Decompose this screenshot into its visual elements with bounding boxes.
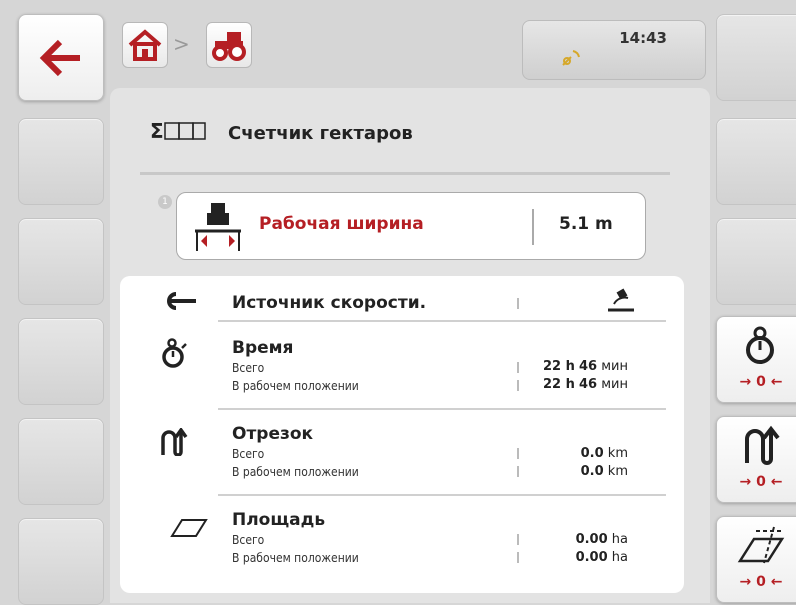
area-working-value: 0.00 ha <box>576 550 628 565</box>
reset-time-button[interactable]: → 0 ← <box>716 316 796 403</box>
speed-source-label: Источник скорости. <box>232 293 427 313</box>
stopwatch-icon <box>160 338 188 372</box>
time-counter-row: Время Всего В рабочем положении 22 h 46 … <box>120 326 684 410</box>
area-working-number: 0.00 <box>575 550 608 565</box>
distance-unit: km <box>607 446 628 461</box>
clock: 14:43 <box>619 29 667 47</box>
distance-working-number: 0.0 <box>580 464 604 479</box>
reset-label: → 0 ← <box>739 474 783 490</box>
sum-counter-icon: Σ <box>150 119 208 146</box>
radar-sensor-icon <box>606 286 636 318</box>
distance-total-label: Всего <box>232 447 265 461</box>
area-working-label: В рабочем положении <box>232 551 359 565</box>
row-divider <box>218 494 666 496</box>
time-working-hours: 22 h <box>542 377 575 392</box>
time-title: Время <box>232 338 294 358</box>
counters-panel: Источник скорости. Время Всего В рабочем… <box>120 276 684 593</box>
row-divider <box>218 320 666 322</box>
area-unit: ha <box>611 532 628 547</box>
tractor-icon <box>207 23 251 67</box>
speed-source-row: Источник скорости. <box>120 276 684 326</box>
area-total-number: 0.00 <box>575 532 608 547</box>
status-panel: 14:43 <box>522 20 706 80</box>
time-total-hours: 22 h <box>542 359 575 374</box>
area-icon <box>170 518 208 542</box>
time-working-minutes: 46 <box>579 377 598 392</box>
value-separator <box>517 552 519 563</box>
distance-title: Отрезок <box>232 424 314 444</box>
speed-sensor-icon <box>160 292 198 314</box>
distance-working-label: В рабочем положении <box>232 465 359 479</box>
softkey-right-1[interactable] <box>716 14 796 101</box>
value-separator <box>517 362 519 373</box>
working-width-label: Рабочая ширина <box>259 214 424 234</box>
home-icon <box>123 23 167 67</box>
area-counter-row: Площадь Всего В рабочем положении 0.00 h… <box>120 500 684 590</box>
working-width-icon <box>193 201 243 257</box>
area-reset-icon <box>717 517 796 572</box>
distance-unit: km <box>607 464 628 479</box>
home-button[interactable] <box>122 22 168 68</box>
area-unit: ha <box>611 550 628 565</box>
time-working-value: 22 h 46 мин <box>543 377 628 392</box>
area-total-label: Всего <box>232 533 265 547</box>
minutes-unit: мин <box>601 377 628 392</box>
distance-working-value: 0.0 km <box>581 464 628 479</box>
time-working-label: В рабочем положении <box>232 379 359 393</box>
distance-turn-icon <box>717 417 796 472</box>
breadcrumb-separator: > <box>173 32 190 56</box>
softkey-left-2[interactable] <box>18 118 104 205</box>
top-bar: > 14:43 <box>110 12 710 80</box>
back-button[interactable] <box>18 14 104 101</box>
working-width-field[interactable]: Рабочая ширина 5.1 m <box>176 192 646 260</box>
distance-counter-row: Отрезок Всего В рабочем положении 0.0 km… <box>120 414 684 498</box>
softkey-right-3[interactable] <box>716 218 796 305</box>
page-title: Счетчик гектаров <box>228 122 413 144</box>
area-total-value: 0.00 ha <box>576 532 628 547</box>
area-title: Площадь <box>232 510 326 530</box>
working-width-value: 5.1 m <box>559 214 613 234</box>
screen-title: Σ Счетчик гектаров <box>150 119 413 146</box>
reset-area-button[interactable]: → 0 ← <box>716 516 796 603</box>
softkey-left-5[interactable] <box>18 418 104 505</box>
svg-text:Σ: Σ <box>150 120 164 142</box>
field-separator <box>532 209 534 245</box>
minutes-unit: мин <box>601 359 628 374</box>
back-arrow-icon <box>19 15 103 100</box>
gps-signal-icon <box>561 49 583 71</box>
stopwatch-icon <box>717 317 796 372</box>
time-total-minutes: 46 <box>579 359 598 374</box>
distance-total-value: 0.0 km <box>581 446 628 461</box>
reset-label: → 0 ← <box>739 574 783 590</box>
softkey-left-3[interactable] <box>18 218 104 305</box>
reset-label: → 0 ← <box>739 374 783 390</box>
tractor-button[interactable] <box>206 22 252 68</box>
reset-distance-button[interactable]: → 0 ← <box>716 416 796 503</box>
softkey-left-6[interactable] <box>18 518 104 605</box>
title-divider <box>140 172 670 175</box>
value-separator <box>517 380 519 391</box>
index-badge: 1 <box>158 195 172 209</box>
row-divider <box>218 408 666 410</box>
softkey-left-4[interactable] <box>18 318 104 405</box>
main-area: Σ Счетчик гектаров 1 Рабочая ширина 5.1 … <box>110 88 710 603</box>
time-total-label: Всего <box>232 361 265 375</box>
softkey-right-2[interactable] <box>716 118 796 205</box>
time-total-value: 22 h 46 мин <box>543 359 628 374</box>
distance-turn-icon <box>160 426 190 460</box>
value-separator <box>517 298 519 309</box>
value-separator <box>517 466 519 477</box>
distance-total-number: 0.0 <box>580 446 604 461</box>
value-separator <box>517 448 519 459</box>
value-separator <box>517 534 519 545</box>
